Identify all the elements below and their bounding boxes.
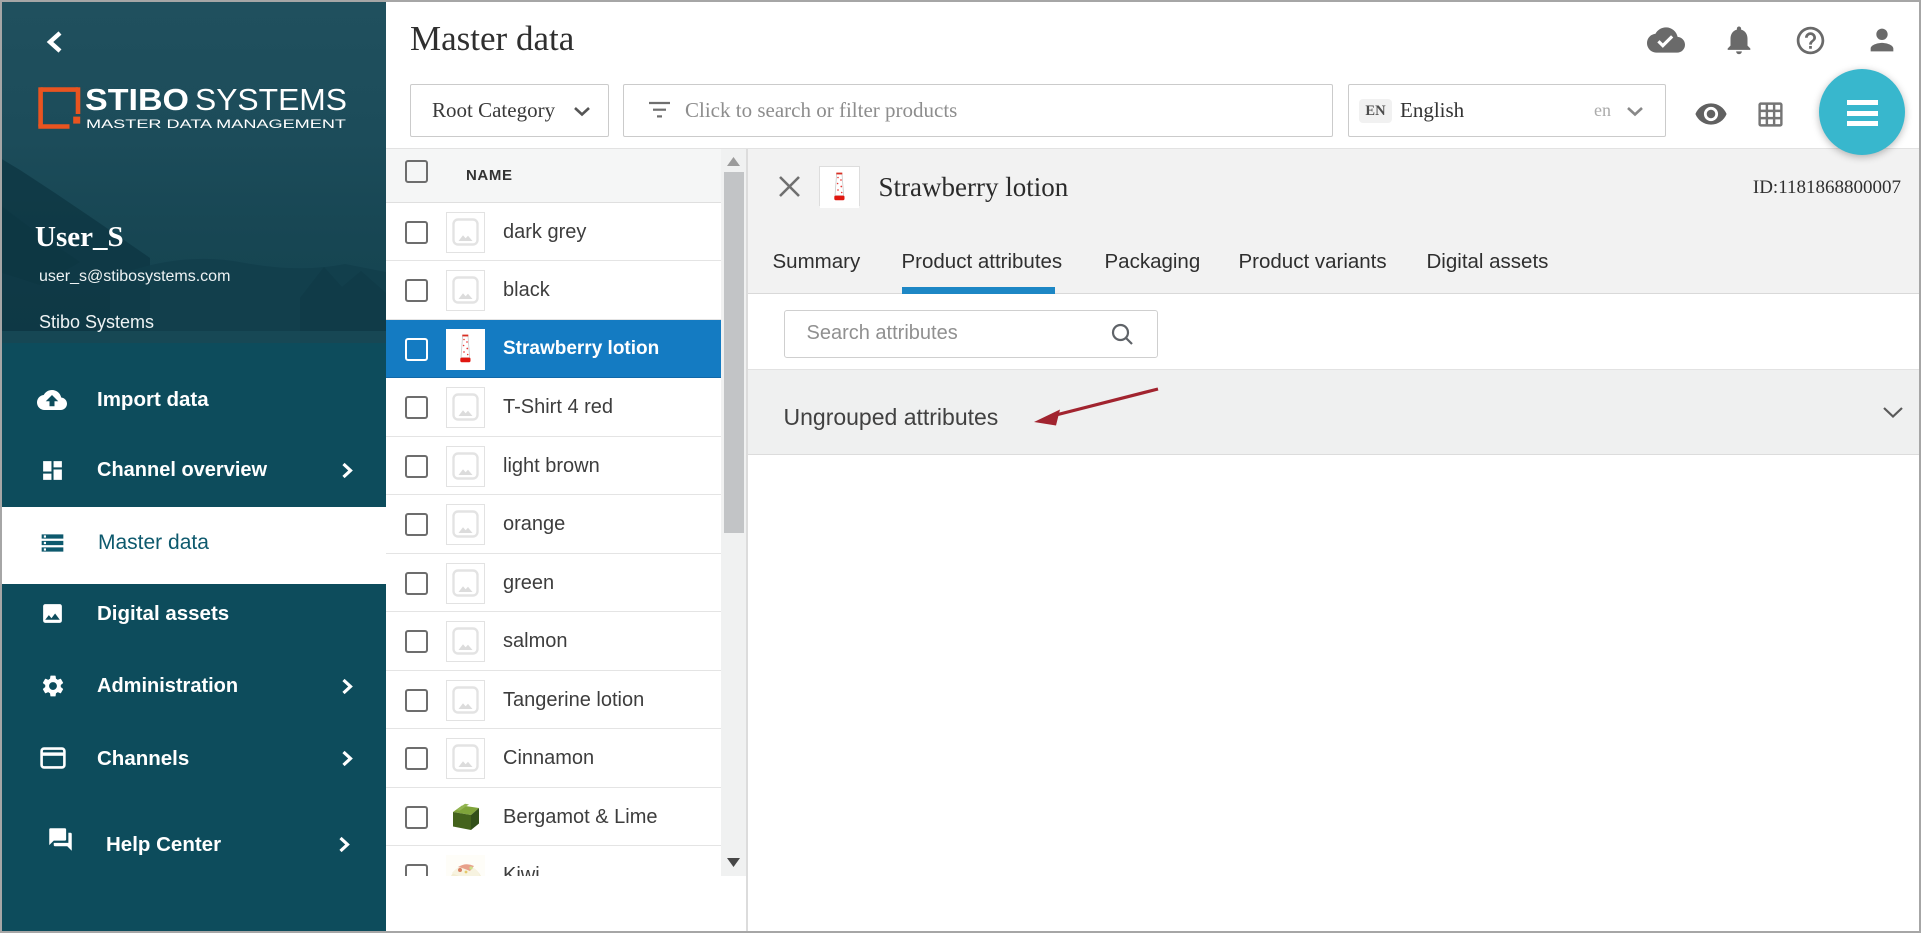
svg-text:SYSTEMS: SYSTEMS (195, 85, 347, 117)
svg-text:STIBO: STIBO (85, 85, 189, 117)
svg-text:MASTER DATA MANAGEMENT: MASTER DATA MANAGEMENT (86, 117, 347, 131)
